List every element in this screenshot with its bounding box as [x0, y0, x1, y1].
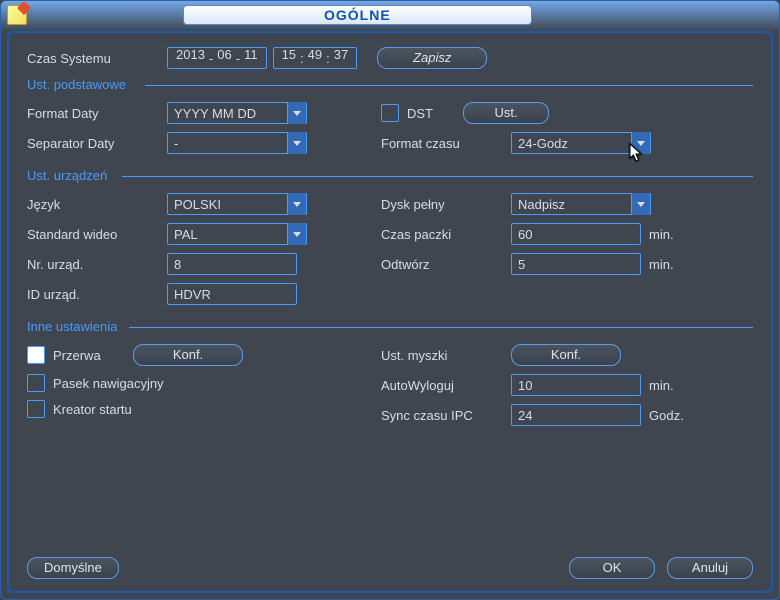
ipc-sync-unit: Godz.	[649, 408, 684, 423]
date-format-label: Format Daty	[27, 106, 167, 121]
ipc-sync-input[interactable]	[511, 404, 641, 426]
pack-time-input[interactable]	[511, 223, 641, 245]
video-standard-label: Standard wideo	[27, 227, 167, 242]
device-id-label: ID urząd.	[27, 287, 167, 302]
playback-input[interactable]	[511, 253, 641, 275]
language-select[interactable]: POLSKI	[167, 193, 307, 215]
playback-unit: min.	[649, 257, 674, 272]
section-other: Inne ustawienia	[27, 319, 753, 334]
date-separator-select[interactable]: -	[167, 132, 307, 154]
save-button[interactable]: Zapisz	[377, 47, 487, 69]
mouse-label: Ust. myszki	[381, 348, 511, 363]
chevron-down-icon	[293, 202, 301, 207]
time-format-select[interactable]: 24-Godz	[511, 132, 651, 154]
chevron-down-icon	[293, 141, 301, 146]
date-format-select[interactable]: YYYY MM DD	[167, 102, 307, 124]
device-id-input[interactable]	[167, 283, 297, 305]
language-label: Język	[27, 197, 167, 212]
auto-logout-unit: min.	[649, 378, 674, 393]
dst-label: DST	[407, 106, 463, 121]
interval-checkbox[interactable]	[27, 346, 45, 364]
ok-button[interactable]: OK	[569, 557, 655, 579]
system-time-row: Czas Systemu 2013- 06- 11 15: 49: 37 Zap…	[27, 47, 753, 69]
time-format-label: Format czasu	[381, 136, 511, 151]
mouse-conf-button[interactable]: Konf.	[511, 344, 621, 366]
chevron-down-icon	[293, 111, 301, 116]
device-no-input[interactable]	[167, 253, 297, 275]
system-time-label: Czas Systemu	[27, 51, 167, 66]
interval-label: Przerwa	[53, 348, 133, 363]
hdd-full-label: Dysk pełny	[381, 197, 511, 212]
interval-conf-button[interactable]: Konf.	[133, 344, 243, 366]
chevron-down-icon	[293, 232, 301, 237]
ipc-sync-label: Sync czasu IPC	[381, 408, 511, 423]
wizard-checkbox[interactable]	[27, 400, 45, 418]
pack-time-label: Czas paczki	[381, 227, 511, 242]
playback-label: Odtwórz	[381, 257, 511, 272]
cancel-button[interactable]: Anuluj	[667, 557, 753, 579]
video-standard-select[interactable]: PAL	[167, 223, 307, 245]
date-separator-label: Separator Daty	[27, 136, 167, 151]
content-panel: Czas Systemu 2013- 06- 11 15: 49: 37 Zap…	[7, 31, 773, 593]
chevron-down-icon	[637, 141, 645, 146]
navbar-label: Pasek nawigacyjny	[53, 376, 164, 391]
edit-note-icon	[7, 5, 27, 25]
general-settings-window: OGÓLNE Czas Systemu 2013- 06- 11 15: 49:…	[0, 0, 780, 600]
pack-time-unit: min.	[649, 227, 674, 242]
section-device: Ust. urządzeń	[27, 168, 753, 183]
date-input[interactable]: 2013- 06- 11	[167, 47, 267, 69]
time-input[interactable]: 15: 49: 37	[273, 47, 358, 69]
chevron-down-icon	[637, 202, 645, 207]
auto-logout-label: AutoWyloguj	[381, 378, 511, 393]
titlebar: OGÓLNE	[1, 1, 779, 29]
dst-checkbox[interactable]	[381, 104, 399, 122]
wizard-label: Kreator startu	[53, 402, 132, 417]
footer: Domyślne OK Anuluj	[27, 557, 753, 579]
dst-set-button[interactable]: Ust.	[463, 102, 549, 124]
default-button[interactable]: Domyślne	[27, 557, 119, 579]
auto-logout-input[interactable]	[511, 374, 641, 396]
device-no-label: Nr. urząd.	[27, 257, 167, 272]
hdd-full-select[interactable]: Nadpisz	[511, 193, 651, 215]
section-basic: Ust. podstawowe	[27, 77, 753, 92]
window-title: OGÓLNE	[183, 5, 532, 25]
navbar-checkbox[interactable]	[27, 374, 45, 392]
